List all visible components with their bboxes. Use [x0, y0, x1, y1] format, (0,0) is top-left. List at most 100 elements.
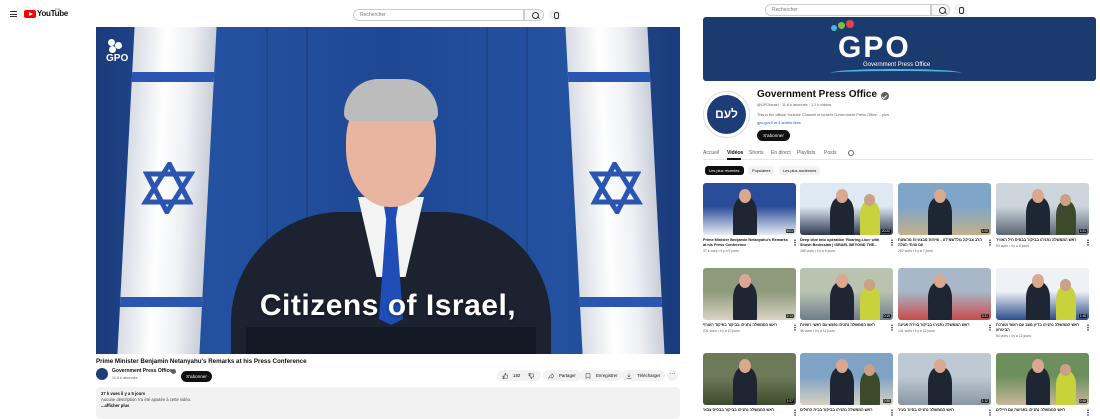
download-button[interactable]: Télécharger: [621, 370, 666, 381]
video-card-title[interactable]: ראש הממשלה נתניהו בביקור בבסיס צבאי: [703, 408, 789, 413]
video-card[interactable]: 1:07 ראש הממשלה נתניהו בביקור בבסיס צבאי: [703, 353, 796, 416]
more-vert-icon[interactable]: [1087, 409, 1089, 416]
video-card[interactable]: 0:58 ראש הממשלה נתניהו בביקור בבית החולים: [800, 353, 893, 416]
video-duration: 1:12: [980, 399, 989, 403]
tab-search-icon[interactable]: [848, 150, 854, 156]
search-icon[interactable]: [524, 9, 544, 21]
chip-popular[interactable]: Populaires: [748, 166, 775, 175]
video-card-title[interactable]: Deep dive into operation 'Roaring Lion' …: [800, 238, 886, 248]
country-code: FR: [55, 7, 61, 12]
video-duration: 6:01: [785, 229, 794, 233]
channel-name[interactable]: Government Press Office: [112, 368, 172, 374]
gpo-watermark: GPO: [106, 39, 128, 64]
video-duration: 0:19: [882, 314, 891, 318]
video-player[interactable]: GPO Citizens of Israel,: [96, 27, 680, 354]
video-duration: 0:46: [1078, 399, 1087, 403]
video-thumbnail[interactable]: 1:01: [996, 183, 1089, 235]
video-thumbnail[interactable]: 1:48: [996, 268, 1089, 320]
channel-links[interactable]: gpo.gov.il et 4 autres liens: [757, 121, 801, 125]
video-card-title[interactable]: ראש הממשלה נתניהו בדיון מצב עם ראשי מערכ…: [996, 323, 1082, 333]
video-card-title[interactable]: ראש הממשלה נתניהו בביקור בבסיס חיל האווי…: [996, 238, 1082, 243]
banner-subtitle: Government Press Office: [863, 62, 931, 68]
video-thumbnail[interactable]: 0:46: [996, 353, 1089, 405]
video-thumbnail[interactable]: 0:58: [800, 353, 893, 405]
video-card-meta: 93 vues • il y a 8 jours: [996, 244, 1030, 248]
more-vert-icon[interactable]: [1087, 239, 1089, 246]
video-page: YouTube FR Rechercher GPO Citizens of Is…: [0, 0, 690, 419]
tab-shorts[interactable]: Shorts: [749, 150, 763, 156]
channel-avatar-large: לעם: [703, 91, 750, 138]
more-vert-icon[interactable]: [891, 239, 893, 246]
chip-latest[interactable]: Les plus récentes: [705, 166, 744, 175]
video-card[interactable]: 1:48 ראש הממשלה נתניהו בדיון מצב עם ראשי …: [996, 268, 1089, 338]
tab-playlists[interactable]: Playlists: [797, 150, 815, 156]
tab-videos[interactable]: Vidéos: [727, 150, 743, 156]
video-thumbnail[interactable]: 2:13: [703, 268, 796, 320]
video-card-title[interactable]: Prime Minister Benjamin Netanyahu's Rema…: [703, 238, 789, 248]
more-actions-icon[interactable]: ···: [667, 370, 678, 381]
more-vert-icon[interactable]: [1087, 324, 1089, 331]
more-vert-icon[interactable]: [989, 409, 991, 416]
video-card-meta: 37 k vues • il y a 5 jours: [703, 249, 739, 253]
like-button[interactable]: 182: [497, 370, 541, 381]
search-input[interactable]: Rechercher: [353, 9, 524, 21]
video-card[interactable]: 6:01 Prime Minister Benjamin Netanyahu's …: [703, 183, 796, 253]
more-vert-icon[interactable]: [794, 239, 796, 246]
thumbs-up-icon: [502, 372, 508, 379]
show-more-link[interactable]: ...afficher plus: [101, 403, 675, 409]
video-card-title[interactable]: ראש הממשלה נתניהו בסיור בעיר: [898, 408, 984, 413]
tab-live[interactable]: En direct: [771, 150, 791, 156]
channel-search-input[interactable]: Rechercher: [765, 4, 931, 16]
video-thumbnail[interactable]: 0:19: [800, 268, 893, 320]
video-card[interactable]: 1:01 ראש הממשלה נתניהו בביקור בבסיס חיל ה…: [996, 183, 1089, 248]
video-thumbnail[interactable]: 20:22: [800, 183, 893, 235]
youtube-logo-icon[interactable]: [24, 10, 36, 18]
mic-icon[interactable]: [549, 9, 561, 21]
video-thumbnail[interactable]: 1:02: [898, 183, 991, 235]
video-card[interactable]: 0:19 ראש הממשלה נתניהו נפגש עם ראשי רשויו…: [800, 268, 893, 333]
video-card-title[interactable]: הרב צביקה גולדשמידט - שיחות מבצעיות מהשט…: [898, 238, 984, 248]
more-vert-icon[interactable]: [794, 324, 796, 331]
video-thumbnail[interactable]: 3:21: [898, 268, 991, 320]
channel-avatar[interactable]: [96, 368, 108, 380]
video-card[interactable]: 0:46 ראש הממשלה נתניהו בפגישה עם חיילים: [996, 353, 1089, 416]
channel-about[interactable]: This is the official Youtube Channel of …: [757, 113, 889, 117]
video-card-title[interactable]: ראש הממשלה נתניהו בביקור בזירת פגיעה: [898, 323, 984, 328]
banner-logo: GPO: [838, 31, 911, 64]
youtube-logo-text[interactable]: YouTube: [37, 9, 68, 18]
video-card[interactable]: 3:21 ראש הממשלה נתניהו בביקור בזירת פגיעה…: [898, 268, 991, 333]
video-card-title[interactable]: ראש הממשלה נתניהו נפגש עם ראשי רשויות: [800, 323, 886, 328]
thumbs-down-icon[interactable]: [528, 372, 534, 379]
channel-search-icon[interactable]: [931, 4, 950, 16]
tab-posts[interactable]: Posts: [824, 150, 837, 156]
save-label: Enregistrer: [596, 373, 618, 378]
video-duration: 1:01: [1078, 229, 1087, 233]
more-vert-icon[interactable]: [989, 324, 991, 331]
video-card-meta: 165 vues • il y a 6 jours: [800, 249, 835, 253]
video-thumbnail[interactable]: 6:01: [703, 183, 796, 235]
save-button[interactable]: Enregistrer: [580, 370, 623, 381]
subscribe-button[interactable]: S'abonner: [181, 371, 212, 382]
video-card-title[interactable]: ראש הממשלה נתניהו בביקור בפיקוד העורף: [703, 323, 789, 328]
video-card[interactable]: 20:22 Deep dive into operation 'Roaring L…: [800, 183, 893, 253]
video-card[interactable]: 1:02 הרב צביקה גולדשמידט - שיחות מבצעיות …: [898, 183, 991, 253]
video-card[interactable]: 2:13 ראש הממשלה נתניהו בביקור בפיקוד העור…: [703, 268, 796, 333]
chip-oldest[interactable]: Les plus anciennes: [779, 166, 821, 175]
share-button[interactable]: Partager: [543, 370, 581, 381]
menu-icon[interactable]: [10, 11, 17, 17]
more-vert-icon[interactable]: [891, 409, 893, 416]
video-card-title[interactable]: ראש הממשלה נתניהו בביקור בבית החולים: [800, 408, 886, 413]
video-card-title[interactable]: ראש הממשלה נתניהו בפגישה עם חיילים: [996, 408, 1082, 413]
description-box[interactable]: 37 k vues il y a 5 jours Aucune descript…: [96, 387, 680, 419]
video-duration: 1:48: [1078, 314, 1087, 318]
video-card[interactable]: 1:12 ראש הממשלה נתניהו בסיור בעיר: [898, 353, 991, 416]
more-vert-icon[interactable]: [794, 409, 796, 416]
more-vert-icon[interactable]: [891, 324, 893, 331]
video-thumbnail[interactable]: 1:12: [898, 353, 991, 405]
channel-mic-icon[interactable]: [954, 4, 966, 16]
video-title: Prime Minister Benjamin Netanyahu's Rema…: [96, 358, 307, 365]
more-vert-icon[interactable]: [989, 239, 991, 246]
tab-accueil[interactable]: Accueil: [703, 150, 719, 156]
channel-subscribe-button[interactable]: S'abonner: [757, 130, 790, 141]
video-thumbnail[interactable]: 1:07: [703, 353, 796, 405]
